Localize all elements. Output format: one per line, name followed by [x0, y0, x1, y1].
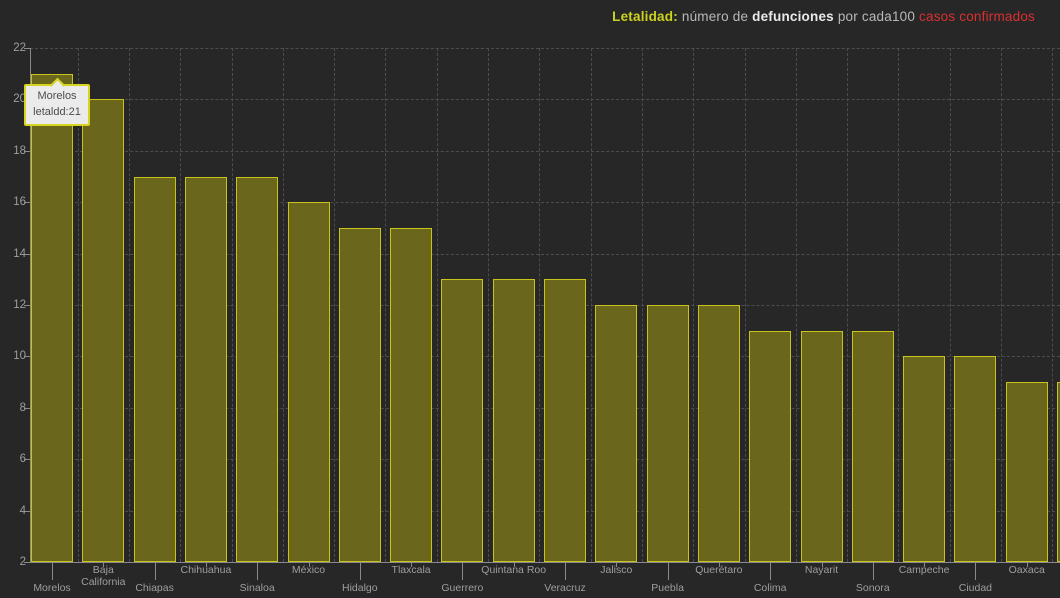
bar[interactable]: [852, 331, 894, 562]
bar[interactable]: [544, 279, 586, 562]
y-tick-label: 16: [2, 196, 26, 208]
lethality-chart: Letalidad: número de defunciones por cad…: [0, 0, 1060, 598]
x-tick-mark: [257, 562, 258, 580]
bar[interactable]: [903, 356, 945, 562]
x-axis-label: Jalisco: [583, 564, 649, 576]
chart-title-part-4: casos confirmados: [919, 9, 1035, 24]
x-axis-label: Puebla: [635, 582, 701, 594]
x-gridline: [642, 48, 643, 562]
tooltip: Morelos letaldd:21: [24, 84, 90, 126]
x-gridline: [180, 48, 181, 562]
y-tick-label: 22: [2, 42, 26, 54]
x-axis-label: Ciudad: [942, 582, 1008, 594]
x-axis-label: Quintana Roo: [481, 564, 547, 576]
chart-title-part-3: por cada100: [834, 9, 919, 24]
x-gridline: [488, 48, 489, 562]
bar[interactable]: [31, 74, 73, 562]
x-tick-mark: [668, 562, 669, 580]
bar[interactable]: [236, 177, 278, 563]
bar[interactable]: [493, 279, 535, 562]
x-gridline: [693, 48, 694, 562]
x-gridline: [437, 48, 438, 562]
x-gridline: [1052, 48, 1053, 562]
x-gridline: [591, 48, 592, 562]
bar[interactable]: [954, 356, 996, 562]
x-axis-label: Colima: [737, 582, 803, 594]
x-axis-label: Tlaxcala: [378, 564, 444, 576]
x-axis-label: Veracruz: [532, 582, 598, 594]
x-tick-mark: [155, 562, 156, 580]
chart-title-part-0: Letalidad:: [612, 9, 678, 24]
x-tick-mark: [770, 562, 771, 580]
y-gridline: [30, 48, 1060, 49]
chart-title: Letalidad: número de defunciones por cad…: [612, 9, 1035, 24]
x-tick-mark: [52, 562, 53, 580]
y-gridline: [30, 151, 1060, 152]
x-axis-label: Oaxaca: [994, 564, 1060, 576]
y-tick-label: 10: [2, 350, 26, 362]
x-axis-label: México: [276, 564, 342, 576]
y-tick-label: 18: [2, 145, 26, 157]
x-gridline: [129, 48, 130, 562]
y-tick-label: 4: [2, 505, 26, 517]
x-tick-mark: [975, 562, 976, 580]
bar[interactable]: [185, 177, 227, 563]
x-axis-label: Nayarit: [789, 564, 855, 576]
y-tick-label: 8: [2, 402, 26, 414]
chart-title-part-1: número de: [678, 9, 752, 24]
y-tick-label: 20: [2, 93, 26, 105]
x-axis-label: Sonora: [840, 582, 906, 594]
bar[interactable]: [749, 331, 791, 562]
bar[interactable]: [390, 228, 432, 562]
y-tick-label: 6: [2, 453, 26, 465]
x-tick-mark: [360, 562, 361, 580]
bar[interactable]: [647, 305, 689, 562]
bar[interactable]: [801, 331, 843, 562]
bar[interactable]: [595, 305, 637, 562]
x-axis-label: Campeche: [891, 564, 957, 576]
x-gridline: [898, 48, 899, 562]
x-gridline: [796, 48, 797, 562]
bar[interactable]: [134, 177, 176, 563]
x-axis-label: Guerrero: [429, 582, 495, 594]
bar[interactable]: [82, 99, 124, 562]
x-axis-label: Hidalgo: [327, 582, 393, 594]
x-gridline: [950, 48, 951, 562]
bar[interactable]: [339, 228, 381, 562]
x-gridline: [539, 48, 540, 562]
chart-title-part-2: defunciones: [752, 9, 834, 24]
y-tick-label: 2: [2, 556, 26, 568]
x-tick-mark: [873, 562, 874, 580]
y-tick-label: 12: [2, 299, 26, 311]
x-gridline: [745, 48, 746, 562]
bar[interactable]: [441, 279, 483, 562]
x-axis-label: Chiapas: [122, 582, 188, 594]
x-gridline: [283, 48, 284, 562]
x-axis-label: Sinaloa: [224, 582, 290, 594]
x-gridline: [385, 48, 386, 562]
x-gridline: [334, 48, 335, 562]
x-axis-label: Chihuahua: [173, 564, 239, 576]
x-gridline: [847, 48, 848, 562]
x-axis-line: [30, 562, 1060, 563]
x-axis-label: Querétaro: [686, 564, 752, 576]
x-tick-mark: [565, 562, 566, 580]
bar[interactable]: [1006, 382, 1048, 562]
y-tick-label: 14: [2, 248, 26, 260]
bar[interactable]: [288, 202, 330, 562]
x-tick-mark: [462, 562, 463, 580]
x-gridline: [232, 48, 233, 562]
x-gridline: [1001, 48, 1002, 562]
tooltip-value: letaldd:21: [29, 105, 85, 121]
y-gridline: [30, 99, 1060, 100]
bar[interactable]: [698, 305, 740, 562]
